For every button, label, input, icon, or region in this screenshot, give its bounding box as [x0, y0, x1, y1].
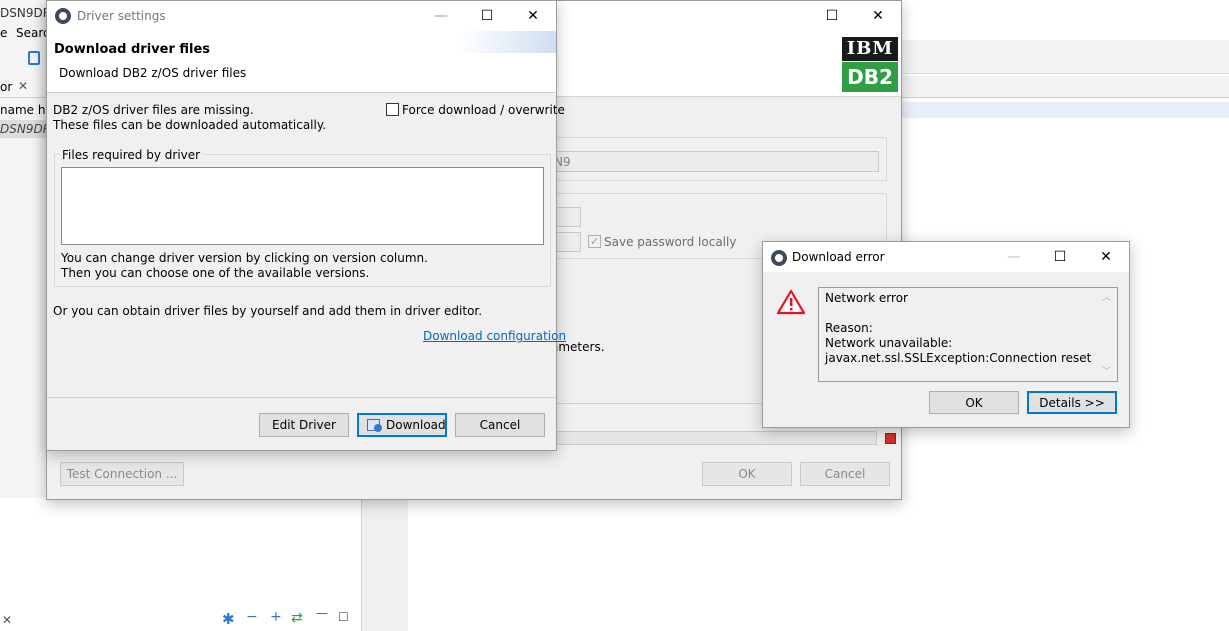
host-input[interactable]: N9 — [549, 151, 879, 172]
collapse-icon[interactable]: − — [246, 609, 258, 625]
ide-toolbar-icon[interactable] — [28, 51, 40, 65]
db2-logo-text: DB2 — [842, 62, 898, 92]
dbeaver-app-icon — [771, 250, 787, 266]
scroll-up-icon[interactable]: ︿ — [1102, 290, 1111, 303]
ibm-logo-text: IBM — [842, 37, 898, 61]
dialog-header — [47, 31, 556, 93]
error-message-line: Reason: — [825, 321, 873, 335]
force-download-label[interactable]: Force download / overwrite — [402, 103, 565, 117]
close-button[interactable]: ✕ — [510, 1, 556, 31]
ide-title-fragment: DSN9DR — [0, 6, 52, 20]
maximize-icon[interactable]: ☐ — [338, 610, 349, 624]
close-button[interactable]: ✕ — [1083, 242, 1129, 272]
edit-driver-button[interactable]: Edit Driver — [259, 413, 349, 437]
error-message-box[interactable]: Network error Reason: Network unavailabl… — [818, 287, 1118, 382]
hint-line1: You can change driver version by clickin… — [61, 251, 428, 265]
ide-right-toolbar — [901, 40, 1229, 74]
cancel-button[interactable]: Cancel — [455, 413, 545, 437]
ide-menu-search-fragment[interactable]: Searc — [16, 26, 50, 40]
ide-menu-file-fragment[interactable]: e — [0, 26, 7, 40]
download-button[interactable]: Download — [357, 413, 447, 437]
header-title: Download driver files — [54, 42, 211, 57]
window-title: Driver settings — [77, 9, 166, 23]
maximize-button[interactable]: ☐ — [464, 1, 510, 31]
ide-right-tabbar — [901, 76, 1229, 98]
download-arrow-icon — [374, 424, 382, 432]
save-password-checkbox[interactable]: ✓ — [588, 235, 601, 248]
download-error-dialog: Download error — ☐ ✕ Network error Reaso… — [762, 241, 1130, 428]
save-password-label: Save password locally — [604, 235, 737, 249]
ide-right-highlight — [901, 102, 1229, 118]
error-message-line: Network unavailable: — [825, 336, 953, 350]
minimize-button[interactable]: — — [418, 1, 464, 31]
cancel-button[interactable]: Cancel — [800, 462, 890, 486]
maximize-button[interactable]: ☐ — [1037, 242, 1083, 272]
error-message-line: javax.net.ssl.SSLException:Connection re… — [825, 351, 1092, 365]
header-decoration — [417, 31, 556, 53]
expand-icon[interactable]: + — [270, 609, 282, 625]
db2-logo: IBM DB2 — [842, 37, 898, 92]
close-icon[interactable]: ✕ — [18, 79, 28, 93]
minimize-icon[interactable]: — — [316, 606, 328, 620]
obtain-files-text: Or you can obtain driver files by yourse… — [53, 304, 483, 318]
missing-files-line2: These files can be downloaded automatica… — [53, 118, 327, 132]
footer-divider — [47, 397, 556, 398]
ide-tree-fragment[interactable]: DSN9DR — [0, 122, 51, 136]
link-editor-icon[interactable]: ⇄ — [291, 610, 303, 626]
progress-bar — [539, 431, 877, 445]
ide-editor-gutter — [362, 498, 408, 631]
hint-line2: Then you can choose one of the available… — [61, 266, 370, 280]
minimize-button[interactable]: — — [991, 242, 1037, 272]
close-icon[interactable]: ✕ — [2, 613, 12, 627]
maximize-button[interactable]: ☐ — [809, 1, 855, 31]
driver-files-table[interactable] — [61, 167, 544, 245]
ide-column-fragment: name he — [0, 103, 53, 117]
stop-icon[interactable] — [885, 433, 896, 444]
ide-tab-fragment[interactable]: or — [0, 80, 12, 94]
error-warning-icon — [776, 289, 806, 315]
download-button-label: Download — [386, 418, 446, 432]
download-configuration-link[interactable]: Download configuration — [423, 329, 566, 343]
missing-files-line1: DB2 z/OS driver files are missing. — [53, 103, 254, 117]
gear-icon[interactable]: ✱ — [222, 610, 235, 628]
ide-outline-panel — [0, 498, 362, 631]
force-download-checkbox[interactable] — [386, 103, 399, 116]
ok-button[interactable]: OK — [702, 462, 792, 486]
ok-button[interactable]: OK — [929, 391, 1019, 414]
error-message-line: Network error — [825, 291, 908, 305]
details-button[interactable]: Details >> — [1027, 391, 1117, 414]
dbeaver-app-icon — [55, 8, 71, 24]
test-connection-button[interactable]: Test Connection ... — [60, 462, 184, 486]
header-subtitle: Download DB2 z/OS driver files — [59, 66, 247, 80]
scroll-down-icon[interactable]: ﹀ — [1102, 364, 1111, 377]
driver-settings-dialog: Driver settings — ☐ ✕ Download driver fi… — [46, 0, 566, 451]
files-group-label: Files required by driver — [60, 148, 203, 162]
close-button[interactable]: ✕ — [855, 1, 901, 31]
window-title: Download error — [792, 250, 885, 264]
